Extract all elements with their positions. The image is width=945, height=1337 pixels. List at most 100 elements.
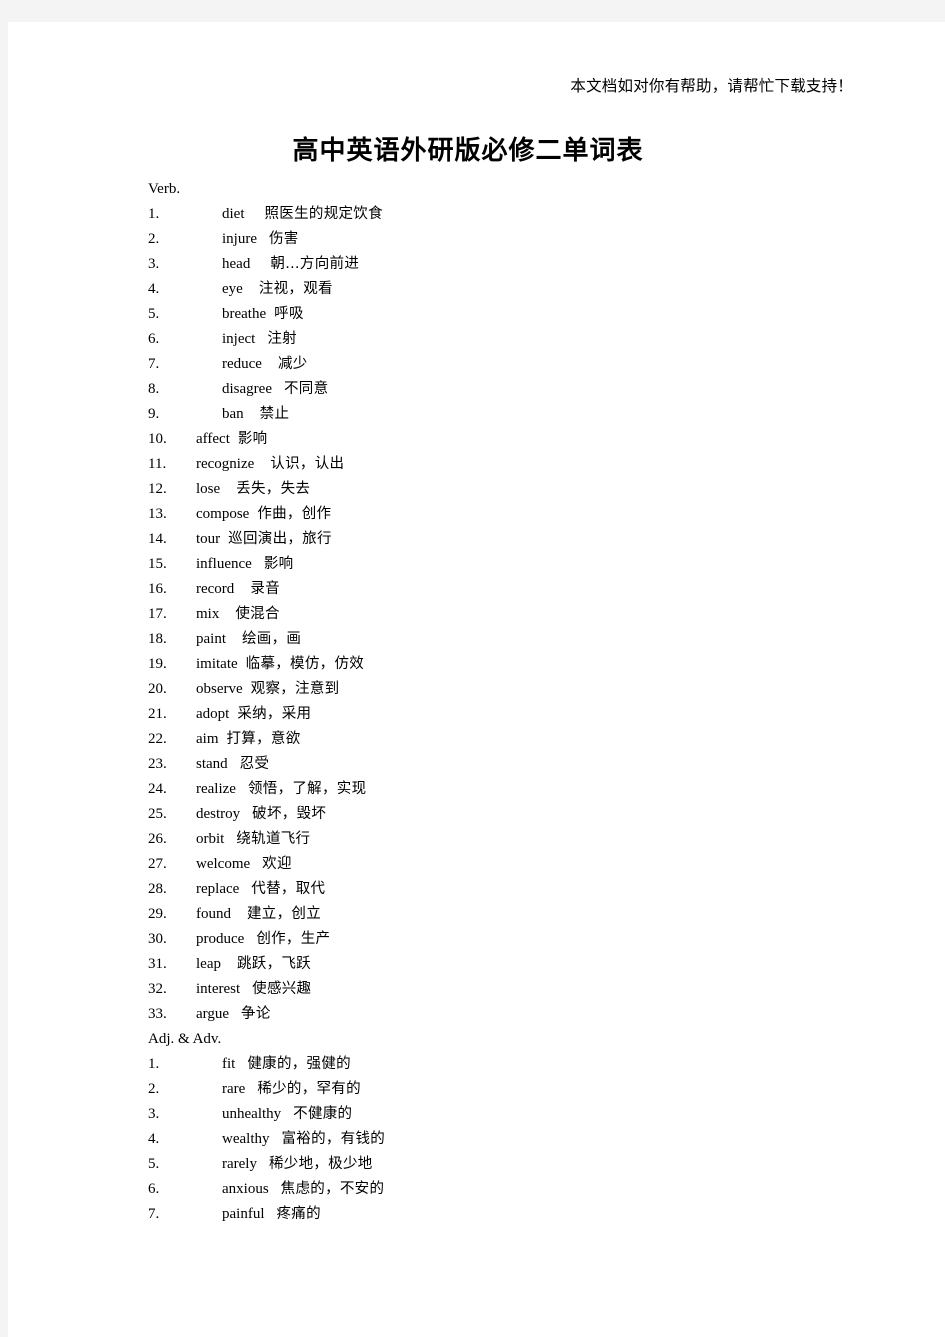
entry-english-word: produce [196,931,245,947]
entry-number: 4. [148,281,160,297]
entry-number: 32. [148,981,167,997]
entry-chinese-meaning: 注视，观看 [258,281,333,297]
promotional-header-note: 本文档如对你有帮助，请帮忙下载支持！ [570,78,853,95]
entry-english-word: anxious [222,1181,269,1197]
entry-english-word: injure [222,231,257,247]
entry-chinese-meaning: 减少 [277,356,308,372]
entry-english-word: affect [196,431,230,447]
entry-number: 18. [148,631,167,647]
word-entry-row: 27. welcome 欢迎 [148,852,908,877]
entry-chinese-meaning: 跳跃，飞跃 [236,956,311,972]
word-entry-row: 11. recognize 认识，认出 [148,452,908,477]
entry-chinese-meaning: 采纳，采用 [237,706,312,722]
word-entry-row: 25. destroy 破坏，毁坏 [148,802,908,827]
entry-english-word: realize [196,781,236,797]
entry-chinese-meaning: 使感兴趣 [252,981,312,997]
entry-english-word: breathe [222,306,267,322]
word-entry-row: 4. eye 注视，观看 [148,277,908,302]
document-page: 本文档如对你有帮助，请帮忙下载支持！ 高中英语外研版必修二单词表 Verb. 1.… [8,22,945,1337]
entry-english-word: leap [196,956,221,972]
entry-chinese-meaning: 巡回演出，旅行 [228,531,332,547]
word-list-content: Verb. 1. diet 照医生的规定饮食 2. injure 伤害 3. head 朝…方向前… [148,177,908,1227]
entry-chinese-meaning: 打算，意欲 [226,731,301,747]
entry-chinese-meaning: 不同意 [283,381,329,397]
word-entry-row: 2. rare 稀少的，罕有的 [148,1077,908,1102]
entry-english-word: disagree [222,381,272,397]
word-entry-row: 23. stand 忍受 [148,752,908,777]
word-entry-row: 18. paint 绘画，画 [148,627,908,652]
entry-chinese-meaning: 建立，创立 [247,906,321,922]
entry-english-word: paint [196,631,226,647]
word-entry-row: 2. injure 伤害 [148,227,908,252]
word-entry-row: 29. found 建立，创立 [148,902,908,927]
entry-chinese-meaning: 不健康的 [293,1106,353,1122]
entry-number: 19. [148,656,167,672]
entry-chinese-meaning: 朝…方向前进 [270,256,360,272]
word-entry-row: 8. disagree 不同意 [148,377,908,402]
word-entry-row: 6. inject 注射 [148,327,908,352]
entry-chinese-meaning: 稀少地，极少地 [268,1156,373,1172]
entry-chinese-meaning: 健康的，强健的 [247,1056,351,1072]
word-entry-row: 5. breathe 呼吸 [148,302,908,327]
entry-number: 17. [148,606,167,622]
entry-chinese-meaning: 焦虑的，不安的 [280,1181,385,1197]
entry-number: 7. [148,1206,160,1222]
word-entry-row: 30. produce 创作，生产 [148,927,908,952]
entry-number: 6. [148,331,160,347]
word-entry-row: 17. mix 使混合 [148,602,908,627]
word-entry-row: 7. painful 疼痛的 [148,1202,908,1227]
entry-number: 11. [148,456,167,472]
entry-english-word: inject [222,331,256,347]
word-entry-row: 26. orbit 绕轨道飞行 [148,827,908,852]
entry-chinese-meaning: 录音 [250,581,280,597]
entry-number: 26. [148,831,167,847]
entry-chinese-meaning: 领悟，了解，实现 [247,781,367,797]
word-entry-row: 12. lose 丢失，失去 [148,477,908,502]
entry-english-word: observe [196,681,243,697]
entry-chinese-meaning: 注射 [267,331,297,347]
word-entry-row: 1. diet 照医生的规定饮食 [148,202,908,227]
entry-english-word: tour [196,531,221,547]
entry-number: 14. [148,531,167,547]
entry-number: 5. [148,306,160,322]
word-entry-row: 16. record 录音 [148,577,908,602]
entry-number: 2. [148,231,160,247]
entry-number: 30. [148,931,167,947]
entry-chinese-meaning: 呼吸 [274,306,304,322]
entry-english-word: interest [196,981,241,997]
entry-number: 22. [148,731,167,747]
entry-chinese-meaning: 绕轨道飞行 [236,831,311,847]
entry-chinese-meaning: 影响 [237,431,268,447]
entry-english-word: aim [196,731,219,747]
entry-chinese-meaning: 认识，认出 [270,456,345,472]
entry-number: 24. [148,781,167,797]
entry-number: 31. [148,956,167,972]
entry-english-word: compose [196,506,250,522]
entry-number: 28. [148,881,167,897]
word-entry-row: 9. ban 禁止 [148,402,908,427]
word-entry-row: 7. reduce 减少 [148,352,908,377]
word-entry-row: 3. unhealthy 不健康的 [148,1102,908,1127]
entry-chinese-meaning: 使混合 [235,606,280,622]
entry-chinese-meaning: 影响 [263,556,294,572]
word-entry-row: 22. aim 打算，意欲 [148,727,908,752]
entry-english-word: welcome [196,856,251,872]
entry-english-word: replace [196,881,240,897]
entry-number: 8. [148,381,160,397]
entry-number: 12. [148,481,167,497]
entry-chinese-meaning: 稀少的，罕有的 [257,1081,361,1097]
entry-english-word: recognize [196,456,255,472]
entry-number: 1. [148,206,160,222]
word-entry-row: 28. replace 代替，取代 [148,877,908,902]
entry-number: 6. [148,1181,160,1197]
word-entry-row: 15. influence 影响 [148,552,908,577]
entry-number: 29. [148,906,167,922]
entry-english-word: fit [222,1056,236,1072]
word-entry-row: 33. argue 争论 [148,1002,908,1027]
word-entry-row: 32. interest 使感兴趣 [148,977,908,1002]
entry-english-word: imitate [196,656,238,672]
word-entry-row: 6. anxious 焦虑的，不安的 [148,1177,908,1202]
entry-english-word: head [222,256,251,272]
entry-number: 16. [148,581,167,597]
entry-number: 33. [148,1006,167,1022]
